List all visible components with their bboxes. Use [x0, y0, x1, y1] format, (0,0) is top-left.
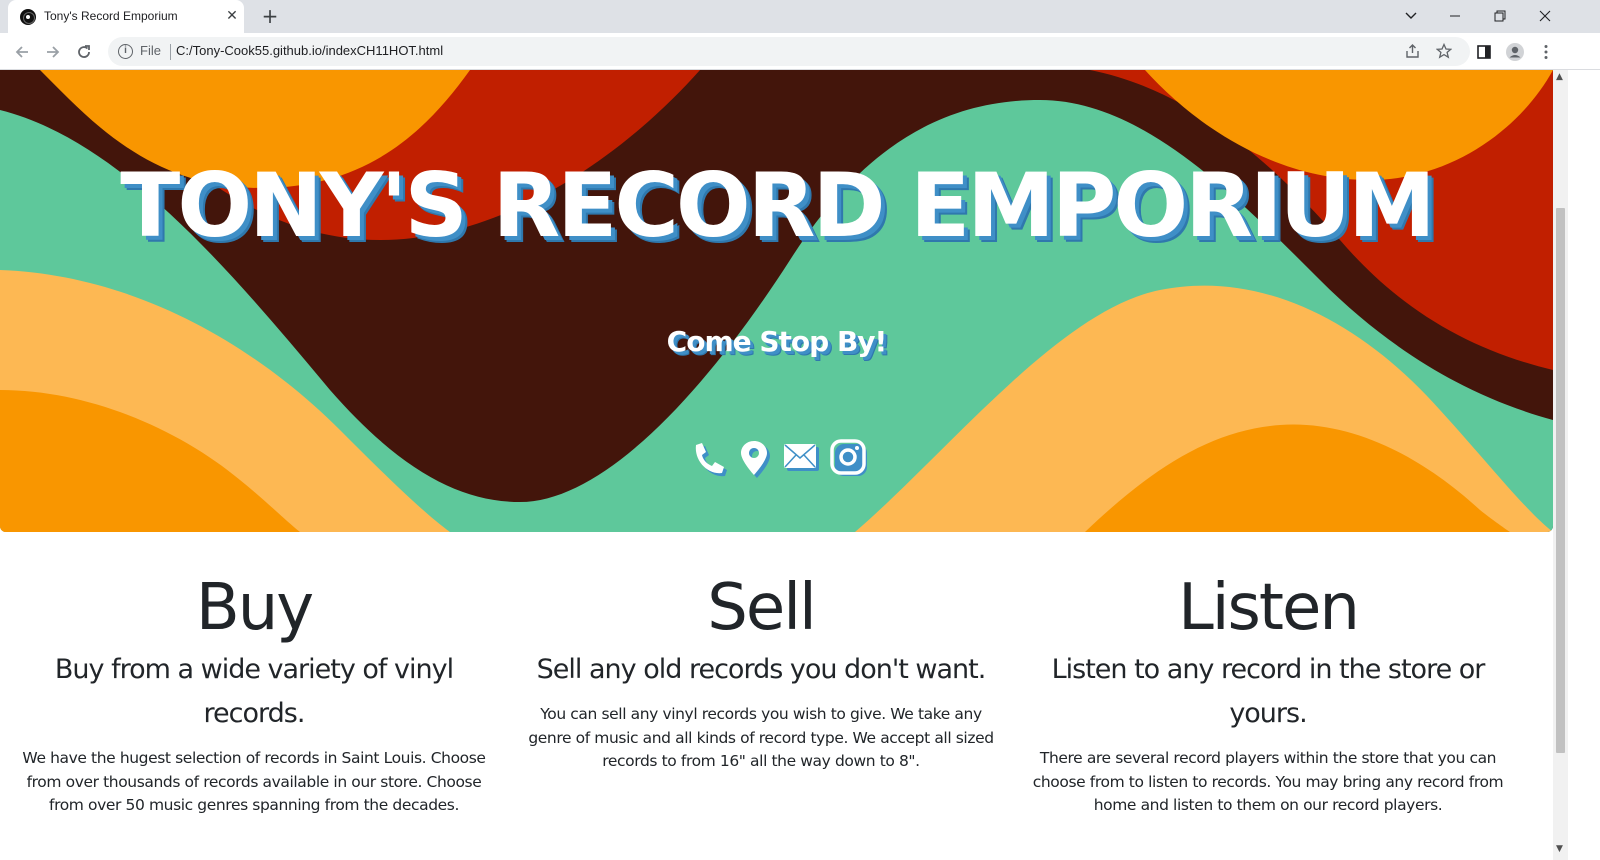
scroll-thumb[interactable]	[1556, 208, 1565, 753]
browser-tab[interactable]: Tony's Record Emporium ✕	[8, 0, 244, 33]
mail-icon[interactable]	[782, 439, 822, 479]
minimize-icon[interactable]	[1432, 0, 1478, 33]
new-tab-button[interactable]: +	[258, 5, 282, 29]
info-icon[interactable]: i	[118, 44, 133, 59]
listen-lead: Listen to any record in the store or you…	[1051, 654, 1486, 729]
listen-section: Listen Listen to any record in the store…	[1028, 532, 1508, 818]
tab-strip: Tony's Record Emporium ✕ +	[0, 0, 1600, 33]
tab-close-icon[interactable]: ✕	[224, 8, 240, 24]
profile-icon[interactable]	[1505, 42, 1525, 62]
page-viewport: TONY'S RECORD EMPORIUM Come Stop By! Buy…	[0, 70, 1553, 860]
hero-banner: TONY'S RECORD EMPORIUM Come Stop By!	[0, 70, 1553, 532]
file-label: File	[140, 43, 161, 58]
tab-search-icon[interactable]	[1388, 0, 1434, 33]
instagram-icon[interactable]	[830, 439, 870, 479]
record-favicon-icon	[20, 9, 36, 25]
sell-title: Sell	[707, 571, 817, 645]
scroll-down-icon[interactable]: ▼	[1556, 844, 1563, 854]
hero-title: TONY'S RECORD EMPORIUM	[120, 154, 1435, 257]
close-window-icon[interactable]	[1522, 0, 1568, 33]
listen-body: There are several record players within …	[1032, 749, 1504, 814]
reload-icon[interactable]	[70, 38, 98, 66]
buy-lead: Buy from a wide variety of vinyl records…	[54, 654, 454, 729]
forward-icon[interactable]	[39, 38, 67, 66]
url-text[interactable]: C:/Tony-Cook55.github.io/indexCH11HOT.ht…	[176, 43, 443, 58]
window-edge	[1568, 70, 1600, 860]
restore-icon[interactable]	[1477, 0, 1523, 33]
social-links	[688, 439, 878, 479]
hero-subtitle: Come Stop By!	[666, 325, 888, 358]
sell-lead: Sell any old records you don't want.	[536, 654, 987, 685]
sell-section: Sell Sell any old records you don't want…	[521, 532, 1001, 774]
address-bar[interactable]: i File C:/Tony-Cook55.github.io/indexCH1…	[108, 37, 1470, 66]
buy-title: Buy	[195, 571, 314, 645]
scroll-up-icon[interactable]: ▲	[1556, 72, 1563, 82]
sidepanel-icon[interactable]	[1474, 42, 1494, 62]
back-icon[interactable]	[8, 38, 36, 66]
buy-section: Buy Buy from a wide variety of vinyl rec…	[14, 532, 494, 818]
tab-title: Tony's Record Emporium	[44, 9, 178, 23]
omnibox-divider	[170, 44, 171, 60]
buy-body: We have the hugest selection of records …	[22, 749, 486, 814]
sell-body: You can sell any vinyl records you wish …	[528, 705, 994, 770]
phone-icon[interactable]	[688, 439, 728, 479]
star-icon[interactable]	[1435, 42, 1453, 61]
listen-title: Listen	[1178, 571, 1360, 645]
page-scrollbar[interactable]: ▲ ▼	[1553, 70, 1568, 860]
browser-toolbar: i File C:/Tony-Cook55.github.io/indexCH1…	[0, 33, 1600, 70]
menu-icon[interactable]	[1536, 42, 1556, 62]
share-icon[interactable]	[1404, 43, 1422, 61]
location-icon[interactable]	[736, 439, 776, 479]
